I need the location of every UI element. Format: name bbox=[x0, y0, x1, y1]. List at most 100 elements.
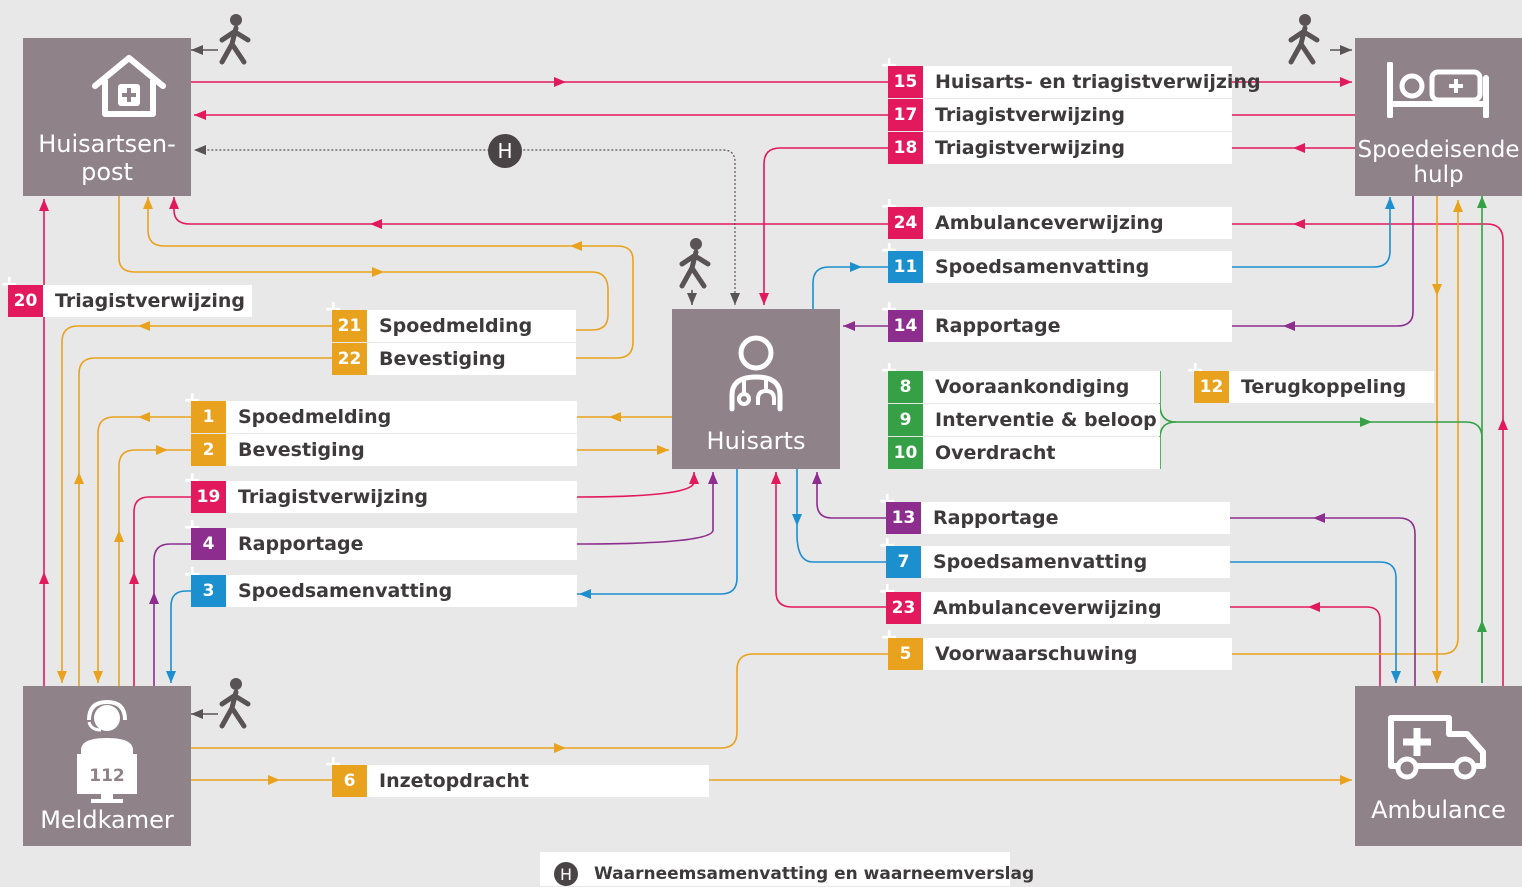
node-meldkamer: 112 Meldkamer bbox=[23, 686, 191, 846]
meldkamer-label: Meldkamer bbox=[40, 806, 174, 834]
flow-4-number: 4 bbox=[191, 528, 226, 560]
ambulance-icon bbox=[1388, 715, 1486, 780]
connector-line bbox=[194, 149, 736, 305]
arrowhead bbox=[138, 412, 150, 422]
flow-15-number: 15 bbox=[888, 66, 923, 98]
flow-1-number: 1 bbox=[191, 401, 226, 433]
connector-line bbox=[843, 159, 1414, 327]
flow-20-label: Triagistverwijzing bbox=[55, 290, 245, 312]
arrowhead bbox=[191, 709, 203, 719]
arrowhead bbox=[1283, 321, 1295, 331]
arrowhead bbox=[114, 530, 124, 542]
house-medical-icon bbox=[92, 55, 166, 117]
flow-11-label: Spoedsamenvatting bbox=[935, 256, 1150, 278]
arrowhead bbox=[1385, 197, 1395, 209]
arrowhead bbox=[57, 671, 67, 683]
flow-5-label: Voorwaarschuwing bbox=[935, 643, 1138, 665]
node-huisarts: Huisarts bbox=[672, 309, 840, 469]
h-marker-icon: H bbox=[488, 134, 522, 168]
arrowhead bbox=[657, 445, 669, 455]
flow-12: +12Terugkoppeling bbox=[1186, 360, 1434, 403]
arrowhead bbox=[129, 572, 139, 584]
flow-21-number: 21 bbox=[332, 310, 367, 342]
arrowhead bbox=[143, 197, 153, 209]
flow-12-number: 12 bbox=[1194, 371, 1229, 403]
flow-6-label: Inzetopdracht bbox=[379, 770, 529, 792]
arrowhead bbox=[1498, 418, 1508, 430]
legend-text: Waarneemsamenvatting en waarneemverslag bbox=[594, 864, 1035, 884]
flow-22-number: 22 bbox=[332, 343, 367, 375]
arrowhead bbox=[1293, 219, 1305, 229]
arrowhead bbox=[554, 77, 566, 87]
arrowhead bbox=[1477, 196, 1487, 208]
arrowhead bbox=[194, 145, 206, 155]
arrowhead bbox=[1360, 417, 1372, 427]
flow-13-number: 13 bbox=[886, 502, 921, 534]
legend: H Waarneemsamenvatting en waarneemversla… bbox=[540, 852, 1034, 886]
flow-23-label: Ambulanceverwijzing bbox=[933, 597, 1162, 619]
flow-6: +6Inzetopdracht bbox=[324, 754, 709, 797]
flow-10-number: 10 bbox=[888, 437, 923, 469]
connector-line bbox=[191, 200, 1459, 749]
flow-6-number: 6 bbox=[332, 765, 367, 797]
flow-15: +15Huisarts- en triagistverwijzing bbox=[880, 55, 1261, 98]
walking-person-icon bbox=[219, 14, 251, 65]
arrowhead bbox=[812, 472, 822, 484]
diagram-stage: Huisartsen- post Spoedeisende hulp Huisa… bbox=[0, 0, 1522, 886]
flow-14-number: 14 bbox=[888, 310, 923, 342]
walking-person-icon bbox=[679, 238, 711, 289]
doctor-icon bbox=[729, 335, 783, 412]
flow-14: +14Rapportage bbox=[880, 299, 1232, 342]
flow-12-label: Terugkoppeling bbox=[1241, 376, 1407, 398]
arrowhead bbox=[1432, 284, 1442, 296]
flow-23: +23Ambulanceverwijzing bbox=[878, 581, 1230, 624]
arrowhead bbox=[138, 321, 150, 331]
flow-20-number: 20 bbox=[8, 285, 43, 317]
flow-22: 22 Bevestiging bbox=[332, 343, 576, 375]
flow-19-number: 19 bbox=[191, 481, 226, 513]
flow-7-label: Spoedsamenvatting bbox=[933, 551, 1148, 573]
huisartsenpost-label: Huisartsen- post bbox=[38, 130, 176, 186]
flow-10-label: Overdracht bbox=[935, 442, 1056, 464]
flow-8-number: 8 bbox=[888, 371, 923, 403]
flow-9-number: 9 bbox=[888, 404, 923, 436]
flow-17-label: Triagistverwijzing bbox=[935, 104, 1125, 126]
flow-1: +1Spoedmelding bbox=[183, 390, 577, 433]
flow-4: +4Rapportage bbox=[183, 517, 577, 560]
arrowhead bbox=[792, 514, 802, 526]
arrowhead bbox=[166, 671, 176, 683]
arrowhead bbox=[191, 45, 203, 55]
flow-2-number: 2 bbox=[191, 434, 226, 466]
flow-14-label: Rapportage bbox=[935, 315, 1061, 337]
flow-5: +5Voorwaarschuwing bbox=[880, 627, 1232, 670]
arrowhead bbox=[1293, 143, 1305, 153]
connector-line bbox=[1159, 421, 1177, 469]
flow-13: +13Rapportage bbox=[878, 491, 1230, 534]
flow-11: +11Spoedsamenvatting bbox=[880, 240, 1232, 283]
dispatcher-icon: 112 bbox=[77, 700, 137, 803]
flow-18-label: Triagistverwijzing bbox=[935, 137, 1125, 159]
flow-22-label: Bevestiging bbox=[379, 348, 506, 370]
node-huisartsenpost: Huisartsen- post bbox=[23, 38, 191, 196]
flow-19-label: Triagistverwijzing bbox=[238, 486, 428, 508]
flow-1-label: Spoedmelding bbox=[238, 406, 392, 428]
arrowhead bbox=[759, 293, 769, 305]
flow-8: +8Vooraankondiging bbox=[880, 360, 1160, 403]
arrowhead bbox=[771, 472, 781, 484]
flow-8-label: Vooraankondiging bbox=[935, 376, 1130, 398]
flow-2: 2 Bevestiging bbox=[191, 434, 577, 466]
flow-2-label: Bevestiging bbox=[238, 439, 365, 461]
arrowhead bbox=[570, 241, 582, 251]
arrowhead bbox=[194, 110, 206, 120]
flow-21-label: Spoedmelding bbox=[379, 315, 533, 337]
hospital-bed-icon bbox=[1387, 62, 1489, 118]
arrowhead bbox=[74, 472, 84, 484]
walking-person-icon bbox=[1288, 14, 1320, 65]
flow-9-label: Interventie & beloop bbox=[935, 409, 1157, 431]
arrowhead bbox=[149, 592, 159, 604]
node-ambulance: Ambulance bbox=[1355, 686, 1522, 846]
flow-17-number: 17 bbox=[888, 99, 923, 131]
flow-3-label: Spoedsamenvatting bbox=[238, 580, 453, 602]
flow-23-number: 23 bbox=[886, 592, 921, 624]
arrowhead bbox=[1432, 671, 1442, 683]
